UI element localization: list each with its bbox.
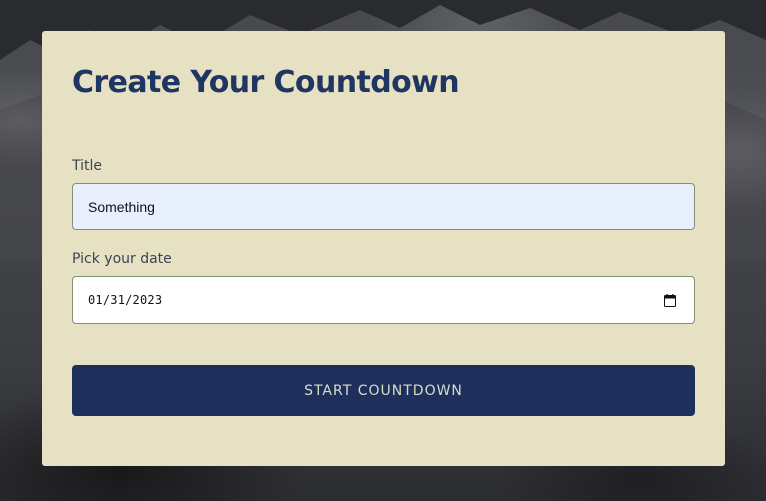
page-title: Create Your Countdown — [72, 65, 460, 100]
title-field-label: Title — [72, 158, 103, 174]
calendar-icon[interactable] — [663, 293, 677, 307]
title-input[interactable]: Something — [72, 183, 695, 230]
countdown-form-card: Create Your Countdown Title Something Pi… — [42, 31, 725, 466]
date-field-label: Pick your date — [72, 251, 172, 267]
date-input[interactable]: 01/31/2023 — [72, 276, 695, 324]
date-input-value: 01/31/2023 — [88, 293, 163, 307]
title-input-value: Something — [88, 198, 155, 215]
start-countdown-button[interactable]: START COUNTDOWN — [72, 365, 695, 416]
